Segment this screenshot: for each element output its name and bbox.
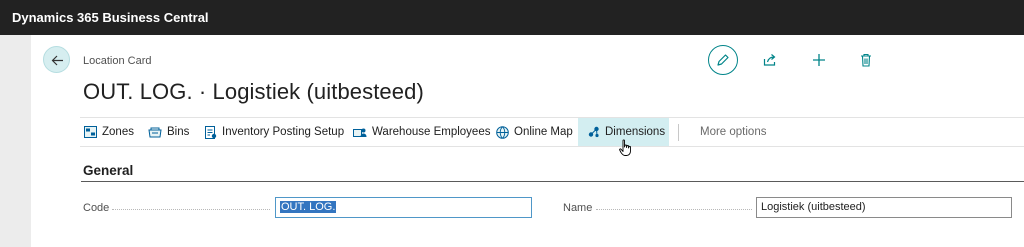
section-general-title: General [83,163,134,178]
top-bar: Dynamics 365 Business Central [0,0,1024,35]
edit-button[interactable] [708,45,738,75]
bins-icon [148,127,162,137]
action-bar: Zones Bins Inventory Posting Setup Wareh… [80,117,1024,147]
breadcrumb: Location Card [83,55,152,67]
arrow-left-icon [51,55,63,66]
code-label: Code [83,202,110,214]
action-bins[interactable]: Bins [144,118,193,146]
action-inventory-posting-setup[interactable]: Inventory Posting Setup [201,118,348,146]
plus-icon [813,54,825,66]
globe-icon [496,125,509,139]
action-separator [678,124,679,141]
dimensions-icon [588,126,599,138]
action-warehouse-employees[interactable]: Warehouse Employees [349,118,494,146]
share-button[interactable] [755,45,785,75]
left-gutter [0,35,31,247]
page-title: OUT. LOG. · Logistiek (uitbesteed) [83,79,424,104]
name-label: Name [563,202,593,214]
delete-button[interactable] [851,45,881,75]
code-leader-dots [112,209,270,210]
action-label: Dimensions [605,126,666,138]
action-label: Bins [167,126,190,138]
employees-icon [353,128,367,137]
name-value: Logistiek (uitbesteed) [761,201,866,213]
section-divider [81,181,1024,182]
action-label: Zones [102,126,134,138]
code-field[interactable]: OUT. LOG. [275,197,532,218]
new-button[interactable] [804,45,834,75]
setup-icon [205,125,217,139]
action-label: Inventory Posting Setup [222,126,345,138]
back-button[interactable] [43,46,70,73]
name-leader-dots [596,209,752,210]
share-icon [763,54,776,66]
pencil-icon [717,54,729,66]
action-online-map[interactable]: Online Map [492,118,577,146]
more-options-button[interactable]: More options [696,118,770,146]
name-field[interactable]: Logistiek (uitbesteed) [756,197,1012,218]
action-zones[interactable]: Zones [80,118,138,146]
app-title: Dynamics 365 Business Central [12,10,209,25]
more-options-label: More options [700,126,767,138]
zones-icon [84,126,97,138]
code-value: OUT. LOG. [280,201,337,213]
action-label: Online Map [514,126,573,138]
trash-icon [861,53,871,67]
hand-cursor-icon [619,139,631,156]
action-label: Warehouse Employees [372,126,491,138]
